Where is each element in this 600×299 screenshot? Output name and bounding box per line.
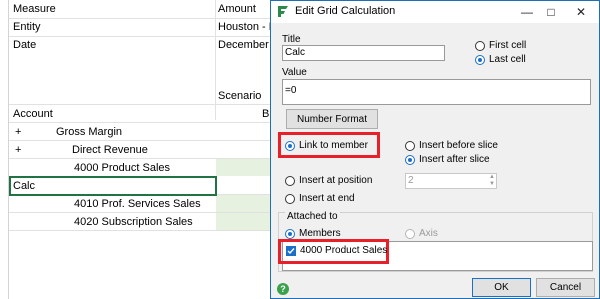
insert-before-slice-label: Insert before slice [419,140,498,151]
insert-after-slice-label: Insert after slice [419,154,490,165]
attached-to-label: Attached to [285,211,340,222]
expand-toggle[interactable]: + [15,123,27,141]
insert-after-slice-radio[interactable] [405,155,415,165]
header-value-measure[interactable]: Amount [218,0,270,18]
insert-before-slice-radio[interactable] [405,141,415,151]
value-label: Value [282,67,307,78]
help-icon[interactable]: ? [277,283,289,295]
first-cell-radio[interactable] [475,41,485,51]
last-cell-label: Last cell [489,54,526,65]
row-gross-margin[interactable]: Gross Margin [56,123,214,141]
close-icon[interactable]: ✕ [572,3,590,21]
checkmark-icon [287,248,295,255]
row-4000-product-sales[interactable]: 4000 Product Sales [74,159,214,177]
members-radio[interactable] [285,229,295,239]
insert-at-position-label: Insert at position [299,175,373,186]
insert-at-position-radio[interactable] [285,176,295,186]
insert-at-end-label: Insert at end [299,193,355,204]
cancel-button[interactable]: Cancel [536,278,595,297]
position-stepper[interactable]: 2 [405,173,497,189]
title-input[interactable]: Calc [282,45,445,61]
value-input[interactable]: =0 [282,79,591,105]
expand-toggle[interactable]: + [15,141,27,159]
number-format-button[interactable]: Number Format [286,109,378,129]
axis-label: Axis [419,228,438,239]
member-checkbox[interactable] [286,246,296,256]
value-cell[interactable] [216,159,271,176]
link-to-member-radio[interactable] [285,141,295,151]
stepper-arrows-icon[interactable]: ▲ ▼ [488,174,496,188]
value-cell[interactable] [216,213,271,230]
row-calc[interactable]: Calc [13,177,213,195]
title-field-label: Title [282,34,301,45]
link-to-member-label: Link to member [299,140,368,151]
dialog-titlebar[interactable]: Edit Grid Calculation — □ ✕ [271,1,599,23]
insert-at-end-radio[interactable] [285,194,295,204]
grid-line [215,0,216,120]
header-label-measure: Measure [13,3,56,15]
row-4020-subscription[interactable]: 4020 Subscription Sales [74,213,214,231]
value-cell[interactable] [216,195,271,212]
app-logo-icon [278,6,288,17]
header-value-date[interactable]: December [218,36,270,54]
member-item-label: 4000 Product Sales [300,245,388,256]
minimize-icon[interactable]: — [518,3,536,21]
header-value-entity[interactable]: Houston - M [218,18,270,36]
last-cell-radio[interactable] [475,55,485,65]
ok-button[interactable]: OK [472,278,531,297]
header-label-date: Date [13,39,37,51]
edit-grid-calculation-dialog: Edit Grid Calculation — □ ✕ Title Calc F… [270,0,600,299]
axis-radio[interactable] [405,229,415,239]
members-label: Members [299,228,341,239]
header-label-entity: Entity [13,21,41,33]
row-direct-revenue[interactable]: Direct Revenue [72,141,214,159]
account-header: Account [13,108,53,120]
dialog-title: Edit Grid Calculation [295,5,396,17]
first-cell-label: First cell [489,40,527,51]
row-gutter [0,0,9,299]
scenario-label: Scenario [218,90,262,102]
maximize-icon[interactable]: □ [542,3,560,21]
row-4010-prof-services[interactable]: 4010 Prof. Services Sales [74,195,214,213]
